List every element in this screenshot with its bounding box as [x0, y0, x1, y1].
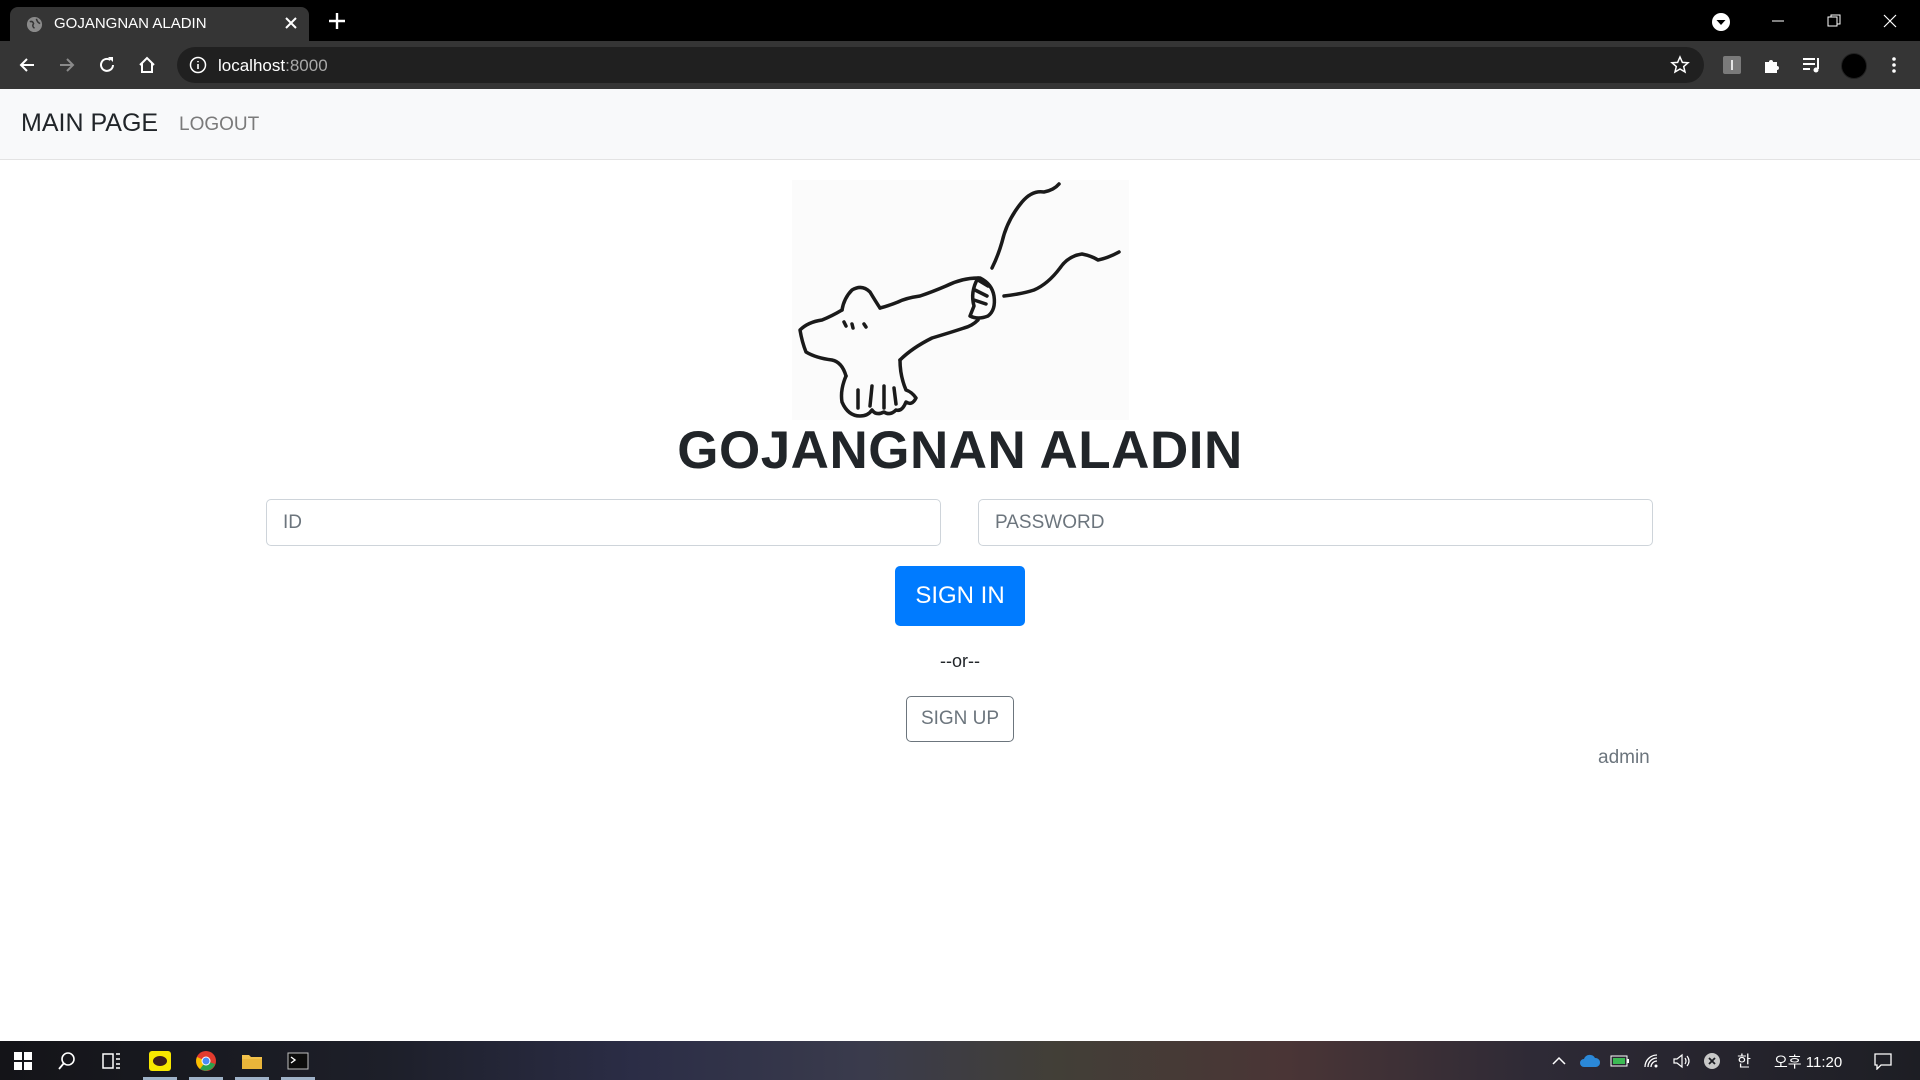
notification-icon: [1874, 1052, 1892, 1070]
forward-button[interactable]: [53, 51, 81, 79]
address-bar[interactable]: localhost:8000: [177, 47, 1704, 83]
admin-link[interactable]: admin: [1598, 747, 1650, 769]
wifi-tray[interactable]: [1638, 1041, 1666, 1080]
reload-icon: [100, 57, 114, 72]
site-navbar: MAIN PAGE LOGOUT: [0, 89, 1920, 160]
password-input[interactable]: [978, 499, 1653, 546]
windows-logo-icon: [14, 1051, 32, 1070]
media-controls-button[interactable]: [1798, 51, 1826, 79]
tab-search-icon[interactable]: [1710, 11, 1732, 33]
windows-taskbar: 한 오후 11:20: [0, 1041, 1920, 1080]
or-divider-text: --or--: [940, 651, 980, 671]
restore-button[interactable]: [1806, 0, 1862, 41]
cloud-icon: [1580, 1054, 1601, 1067]
sign-up-button[interactable]: SIGN UP: [906, 696, 1014, 742]
notification-center-button[interactable]: [1866, 1041, 1900, 1080]
new-tab-icon[interactable]: [324, 8, 350, 34]
kebab-menu-icon: [1892, 57, 1896, 73]
search-icon: [58, 1051, 75, 1070]
ime-text: 한: [1737, 1052, 1751, 1070]
close-circle-icon: [1704, 1052, 1720, 1069]
sign-in-button[interactable]: SIGN IN: [895, 566, 1025, 626]
battery-icon: [1610, 1055, 1629, 1066]
search-button[interactable]: [44, 1041, 90, 1080]
restore-icon: [1827, 14, 1841, 26]
playlist-icon: [1803, 58, 1819, 73]
back-button[interactable]: [13, 51, 41, 79]
show-hidden-icons-button[interactable]: [1546, 1041, 1572, 1080]
tab-title: GOJANGNAN ALADIN: [54, 15, 207, 32]
taskbar-kakaotalk[interactable]: [137, 1041, 183, 1080]
chrome-icon: [196, 1050, 216, 1071]
id-input[interactable]: [266, 499, 941, 546]
home-button[interactable]: [133, 51, 161, 79]
extension-badge-icon: [1723, 56, 1741, 74]
taskbar-file-explorer[interactable]: [229, 1041, 275, 1080]
profile-avatar[interactable]: [1841, 53, 1867, 79]
ime-indicator[interactable]: 한: [1730, 1041, 1758, 1080]
wifi-icon: [1644, 1053, 1658, 1067]
folder-icon: [242, 1054, 262, 1069]
close-window-button[interactable]: [1862, 0, 1918, 41]
task-view-icon: [102, 1052, 120, 1069]
terminal-icon: [287, 1052, 309, 1069]
globe-icon: [26, 16, 43, 33]
task-view-button[interactable]: [89, 1041, 135, 1080]
onedrive-tray[interactable]: [1576, 1041, 1604, 1080]
arrow-left-icon: [19, 58, 34, 72]
kakaotalk-icon: [149, 1050, 171, 1071]
volume-tray[interactable]: [1668, 1041, 1696, 1080]
minimize-button[interactable]: [1750, 0, 1806, 41]
browser-menu-button[interactable]: [1880, 51, 1908, 79]
bookmark-star-icon[interactable]: [1670, 55, 1690, 75]
url-text[interactable]: localhost:8000: [218, 56, 328, 76]
taskbar-terminal[interactable]: [275, 1041, 321, 1080]
close-icon: [1883, 14, 1897, 27]
battery-tray[interactable]: [1606, 1041, 1634, 1080]
reload-button[interactable]: [93, 51, 121, 79]
browser-titlebar: GOJANGNAN ALADIN: [0, 0, 1920, 41]
taskbar-chrome[interactable]: [183, 1041, 229, 1080]
arrow-right-icon: [60, 58, 75, 72]
home-icon: [139, 56, 155, 73]
browser-toolbar: localhost:8000: [0, 41, 1920, 89]
close-tab-icon[interactable]: [281, 13, 301, 33]
logo-drawing: [792, 180, 1129, 420]
status-tray[interactable]: [1698, 1041, 1726, 1080]
site-title: GOJANGNAN ALADIN: [677, 421, 1243, 480]
speaker-icon: [1673, 1053, 1690, 1068]
logout-link[interactable]: LOGOUT: [179, 114, 259, 136]
start-button[interactable]: [0, 1041, 46, 1080]
taskbar-clock[interactable]: 오후 11:20: [1774, 1051, 1842, 1072]
extensions-menu-button[interactable]: [1758, 51, 1786, 79]
puzzle-icon: [1765, 60, 1779, 73]
browser-tab[interactable]: GOJANGNAN ALADIN: [10, 7, 309, 41]
main-page-link[interactable]: MAIN PAGE: [21, 109, 158, 138]
extension-button[interactable]: [1718, 51, 1746, 79]
info-icon[interactable]: [189, 56, 207, 74]
minimize-icon: [1772, 20, 1784, 21]
chevron-up-icon: [1552, 1056, 1566, 1065]
